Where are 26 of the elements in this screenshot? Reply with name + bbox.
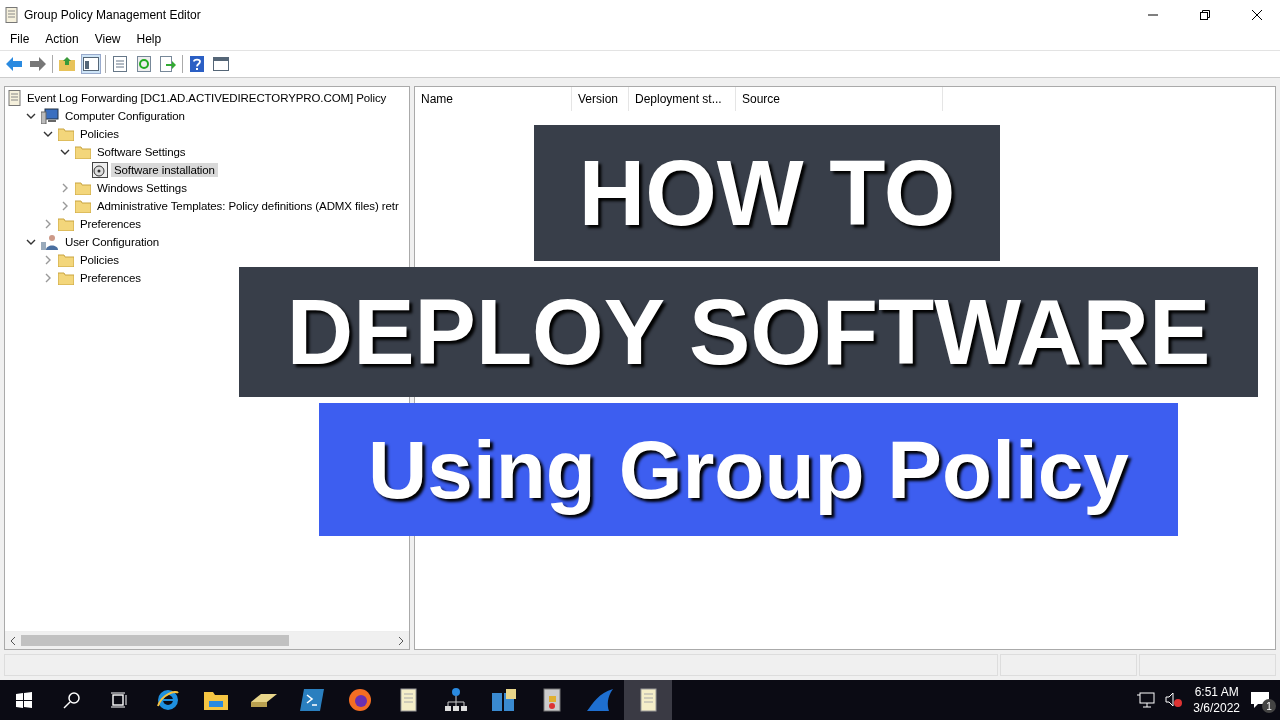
tree-item[interactable]: Software installation <box>111 163 218 177</box>
menu-item[interactable]: Help <box>128 30 170 50</box>
menu-item[interactable]: Action <box>37 30 87 50</box>
column-header[interactable]: Source <box>736 87 943 111</box>
title-banner: Using Group Policy <box>319 403 1178 536</box>
column-header[interactable]: Version <box>572 87 629 111</box>
notification-count: 1 <box>1262 699 1276 713</box>
clock-date: 3/6/2022 <box>1193 700 1240 716</box>
tree-item[interactable]: Preferences <box>77 217 144 231</box>
tree-item[interactable]: Software Settings <box>94 145 189 159</box>
title-banner: DEPLOY SOFTWARE <box>239 267 1258 397</box>
tree-item[interactable]: Policies <box>77 127 122 141</box>
title-banner: HOW TO <box>534 125 1000 261</box>
tree-item[interactable]: Event Log Forwarding [DC1.AD.ACTIVEDIRECTORYPRO.COM] Policy <box>24 91 390 105</box>
tree-item[interactable]: Preferences <box>77 271 144 285</box>
tree-item[interactable]: Computer Configuration <box>62 109 188 123</box>
clock-time: 6:51 AM <box>1194 684 1239 700</box>
menu-item[interactable]: File <box>2 30 38 50</box>
menu-item[interactable]: View <box>86 30 129 50</box>
tree-item[interactable]: User Configuration <box>62 235 163 249</box>
column-header[interactable]: Name <box>415 87 572 111</box>
tree-item[interactable]: Administrative Templates: Policy definitions (ADMX files) retr <box>94 199 402 213</box>
tree-item[interactable]: Windows Settings <box>94 181 190 195</box>
column-header[interactable]: Deployment st... <box>629 87 736 111</box>
window-title: Group Policy Management Editor <box>24 8 202 22</box>
tree-item[interactable]: Policies <box>77 253 122 267</box>
